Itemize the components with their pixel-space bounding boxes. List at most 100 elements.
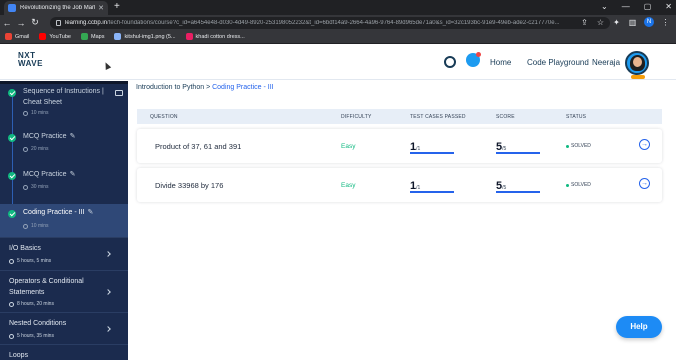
duration-text: 10 mins: [31, 223, 49, 229]
status-badge: SOLVED: [566, 143, 591, 149]
avatar-face: [633, 57, 642, 67]
tab-favicon-icon: [8, 4, 16, 12]
score-progress-bar: [496, 152, 540, 154]
chevron-down-icon[interactable]: ⌄: [601, 2, 608, 11]
sidepanel-icon[interactable]: ▥: [628, 18, 637, 27]
bookmark-label: Maps: [91, 33, 105, 40]
table-header: QUESTION DIFFICULTY TEST CASES PASSED SC…: [137, 109, 662, 124]
step-duration: 20 mins: [23, 146, 49, 152]
sidebar-module-operators[interactable]: Operators & Conditional Statements 8 hou…: [0, 270, 128, 312]
score-progress-bar: [496, 191, 540, 193]
sidebar-step-cheat-sheet[interactable]: Sequence of Instructions | Cheat Sheet 1…: [0, 84, 128, 120]
minimize-icon[interactable]: —: [622, 2, 630, 11]
tab-close-icon[interactable]: ✕: [98, 4, 104, 12]
column-header-test-cases: TEST CASES PASSED: [410, 114, 466, 120]
bookmark-label: kitshul-img1.png (5...: [124, 33, 176, 40]
column-header-status: STATUS: [566, 114, 587, 120]
breadcrumb: Introduction to Python > Coding Practice…: [136, 84, 274, 91]
bookmark-maps[interactable]: Maps: [81, 33, 104, 40]
bookmark-label: khadi cotton dress...: [195, 33, 245, 40]
bookmark-khadi[interactable]: khadi cotton dress...: [185, 33, 245, 40]
question-text[interactable]: Divide 33968 by 176: [155, 181, 223, 190]
breadcrumb-separator: >: [206, 84, 211, 91]
bookmark-kitshul[interactable]: kitshul-img1.png (5...: [114, 33, 176, 40]
duration-text: 8 hours, 20 mins: [17, 301, 54, 307]
browser-toolbar: ← → ↻ learning.ccbp.in/tech-foundations/…: [0, 15, 676, 30]
app-header: NXT WAVE Home Code Playground Neeraja: [0, 44, 676, 80]
nav-code-playground[interactable]: Code Playground: [527, 58, 589, 67]
notification-dot: [476, 52, 481, 57]
reload-icon[interactable]: ↻: [28, 17, 42, 28]
url-text: learning.ccbp.in/tech-foundations/course…: [65, 20, 560, 26]
nav-home[interactable]: Home: [490, 58, 511, 67]
nav-user-name[interactable]: Neeraja: [592, 58, 620, 67]
status-badge: SOLVED: [566, 182, 591, 188]
help-button[interactable]: Help: [616, 316, 662, 338]
address-bar[interactable]: learning.ccbp.in/tech-foundations/course…: [50, 17, 610, 29]
sidebar-module-io-basics[interactable]: I/O Basics 5 hours, 5 mins: [0, 237, 128, 270]
arrow-right-circle-icon[interactable]: →: [639, 178, 650, 189]
table-row[interactable]: Divide 33968 by 176 Easy 1/1 5/5 SOLVED …: [137, 168, 662, 202]
step-title: MCQ Practice: [23, 171, 67, 178]
share-icon[interactable]: ⇪: [580, 18, 589, 27]
breadcrumb-current: Coding Practice - III: [212, 84, 274, 91]
book-icon: [115, 90, 123, 96]
nxtwave-logo[interactable]: NXT WAVE: [18, 52, 43, 68]
sidebar-step-mcq-1[interactable]: MCQ Practice ✎ 20 mins: [0, 127, 128, 157]
chevron-right-icon: [105, 326, 111, 332]
step-title: MCQ Practice: [23, 133, 67, 140]
streak-icon[interactable]: [444, 56, 456, 68]
tests-progress-bar: [410, 152, 454, 154]
breadcrumb-root[interactable]: Introduction to Python: [136, 84, 204, 91]
bookmark-gmail[interactable]: Gmail: [5, 33, 29, 40]
table-row[interactable]: Product of 37, 61 and 391 Easy 1/1 5/5 S…: [137, 129, 662, 163]
clock-icon: [23, 184, 28, 190]
question-text[interactable]: Product of 37, 61 and 391: [155, 142, 241, 151]
column-header-difficulty: DIFFICULTY: [341, 114, 372, 120]
module-duration: 5 hours, 5 mins: [9, 258, 51, 264]
kebab-menu-icon[interactable]: ⋮: [661, 18, 670, 27]
chevron-right-icon: [105, 251, 111, 257]
bookmark-youtube[interactable]: YouTube: [39, 33, 71, 40]
check-icon: [8, 210, 16, 218]
duration-text: 10 mins: [31, 110, 49, 116]
sidebar-step-coding-practice-active[interactable]: Coding Practice - III ✎ 10 mins: [0, 204, 128, 237]
window-controls: ⌄ — ▢ ✕: [601, 2, 672, 11]
forward-icon[interactable]: →: [14, 18, 28, 28]
status-text: SOLVED: [571, 182, 591, 188]
check-icon: [8, 89, 16, 97]
avatar-badge: [631, 75, 645, 79]
star-icon[interactable]: ☆: [596, 18, 605, 27]
close-icon[interactable]: ✕: [665, 2, 672, 11]
shop-icon: [185, 33, 193, 40]
sidebar-module-nested-conditions[interactable]: Nested Conditions 5 hours, 35 mins: [0, 312, 128, 344]
step-duration: 30 mins: [23, 184, 49, 190]
extension-area: ⇪ ☆ ✦ ▥ N ⋮: [580, 17, 670, 27]
browser-tab[interactable]: Revolutionizing the Job Market | ✕: [4, 1, 108, 15]
clock-icon: [23, 110, 28, 116]
sidebar-step-mcq-2[interactable]: MCQ Practice ✎ 30 mins: [0, 165, 128, 195]
maps-icon: [81, 33, 88, 40]
pencil-icon: ✎: [69, 133, 76, 140]
arrow-right-circle-icon[interactable]: →: [639, 139, 650, 150]
extensions-puzzle-icon[interactable]: ✦: [612, 18, 621, 27]
new-tab-icon[interactable]: +: [114, 1, 120, 13]
clock-icon: [9, 301, 14, 307]
status-dot-icon: [566, 144, 569, 148]
lock-icon[interactable]: [56, 20, 61, 26]
maximize-icon[interactable]: ▢: [644, 2, 652, 11]
check-icon: [8, 172, 16, 180]
module-title: Nested Conditions: [9, 320, 67, 327]
step-duration: 10 mins: [23, 223, 49, 229]
step-title-row: MCQ Practice ✎: [23, 169, 77, 180]
step-title-row: Coding Practice - III ✎: [23, 207, 94, 218]
module-title: I/O Basics: [9, 245, 41, 252]
sidebar-module-loops[interactable]: Loops: [0, 344, 128, 360]
gmail-icon: [5, 33, 12, 40]
clock-icon: [23, 146, 28, 152]
profile-avatar[interactable]: N: [644, 17, 654, 27]
back-icon[interactable]: ←: [0, 18, 14, 28]
column-header-question: QUESTION: [150, 114, 178, 120]
user-avatar[interactable]: [625, 51, 649, 75]
duration-text: 5 hours, 5 mins: [17, 258, 52, 264]
